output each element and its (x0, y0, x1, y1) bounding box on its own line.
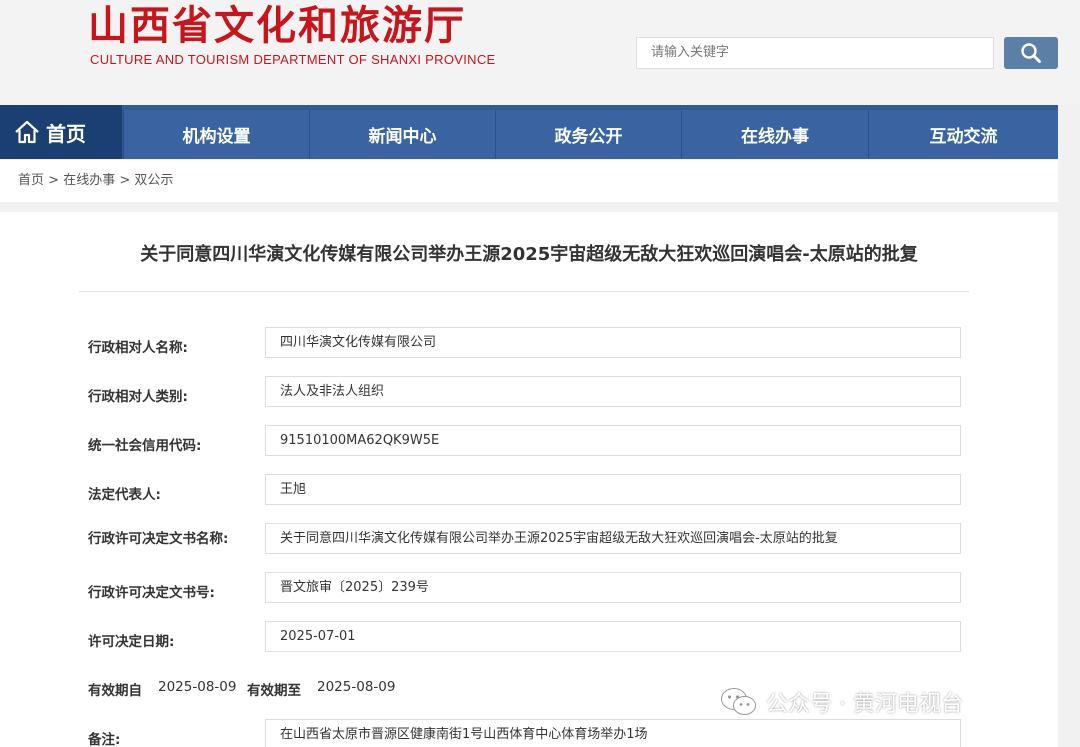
validity-to-label: 有效期至 (247, 683, 301, 699)
document-title: 关于同意四川华演文化传媒有限公司举办王源2025宇宙超级无敌大狂欢巡回演唱会-太… (140, 244, 918, 265)
title-divider (79, 291, 969, 292)
nav-item-gov-info[interactable]: 政务公开 (495, 110, 681, 159)
search-icon (1021, 43, 1041, 63)
breadcrumb-home[interactable]: 首页 (18, 173, 44, 188)
field-value-decision-doc-name: 关于同意四川华演文化传媒有限公司举办王源2025宇宙超级无敌大狂欢巡回演唱会-太… (265, 523, 961, 554)
field-value-party-type: 法人及非法人组织 (265, 376, 961, 407)
field-label-party-name: 行政相对人名称: (88, 340, 188, 356)
site-logo-cn[interactable]: 山西省文化和旅游厅 (88, 2, 466, 50)
main-nav: 首页 机构设置 新闻中心 政务公开 在线办事 互动交流 (0, 105, 1058, 159)
breadcrumb-separator: > (48, 173, 60, 188)
site-header: 山西省文化和旅游厅 CULTURE AND TOURISM DEPARTMENT… (0, 0, 1080, 105)
validity-from-value: 2025-08-09 (158, 679, 237, 695)
nav-item-online-service[interactable]: 在线办事 (681, 110, 868, 159)
field-value-credit-code: 91510100MA62QK9W5E (265, 425, 961, 456)
watermark-text: 公众号 · 黄河电视台 (766, 692, 963, 717)
field-label-decision-doc-name: 行政许可决定文书名称: (88, 531, 229, 547)
nav-item-news[interactable]: 新闻中心 (309, 110, 495, 159)
nav-home[interactable]: 首页 (0, 105, 122, 159)
field-value-remark: 在山西省太原市晋源区健康南街1号山西体育中心体育场举办1场 (265, 719, 961, 747)
field-label-remark: 备注: (88, 732, 121, 747)
field-label-legal-rep: 法定代表人: (88, 487, 161, 503)
field-value-legal-rep: 王旭 (265, 474, 961, 505)
field-label-decision-doc-no: 行政许可决定文书号: (88, 585, 215, 601)
site-logo-en: CULTURE AND TOURISM DEPARTMENT OF SHANXI… (90, 52, 496, 67)
validity-to-value: 2025-08-09 (317, 679, 396, 695)
field-label-decision-date: 许可决定日期: (88, 634, 175, 650)
document-panel: 关于同意四川华演文化传媒有限公司举办王源2025宇宙超级无敌大狂欢巡回演唱会-太… (0, 212, 1058, 747)
nav-home-label: 首页 (46, 121, 86, 146)
field-value-party-name: 四川华演文化传媒有限公司 (265, 327, 961, 358)
nav-item-org[interactable]: 机构设置 (123, 110, 309, 159)
home-icon (15, 120, 39, 144)
validity-from-label: 有效期自 (88, 683, 142, 699)
field-value-decision-doc-no: 晋文旅审〔2025〕239号 (265, 572, 961, 603)
breadcrumb: 首页 > 在线办事 > 双公示 (0, 160, 1058, 202)
search-button[interactable] (1004, 37, 1058, 69)
breadcrumb-separator: > (119, 173, 131, 188)
wechat-icon (721, 688, 756, 715)
field-label-party-type: 行政相对人类别: (88, 389, 188, 405)
search-input[interactable]: 请输入关键字 (636, 37, 994, 69)
nav-item-interaction[interactable]: 互动交流 (868, 110, 1058, 159)
watermark: 公众号 · 黄河电视台 (720, 686, 963, 718)
breadcrumb-dual-publicity[interactable]: 双公示 (134, 173, 173, 188)
field-value-decision-date: 2025-07-01 (265, 621, 961, 652)
breadcrumb-online-service[interactable]: 在线办事 (63, 173, 115, 188)
field-label-credit-code: 统一社会信用代码: (88, 438, 202, 454)
